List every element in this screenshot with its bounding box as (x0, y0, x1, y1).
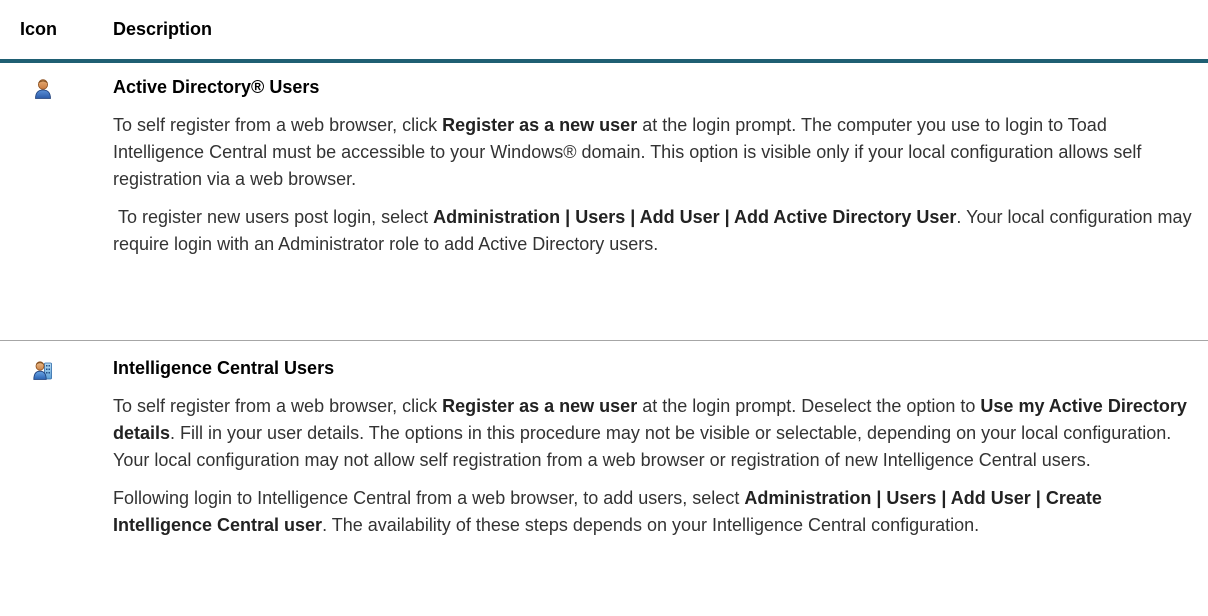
text-run: To self register from a web browser, cli… (113, 396, 443, 416)
text-run: To self register from a web browser, cli… (113, 115, 443, 135)
bold-run: Register as a new user (442, 115, 638, 135)
bold-run: Register as a new user (442, 396, 638, 416)
description-paragraph: To self register from a web browser, cli… (113, 112, 1197, 193)
text-run: . Fill in your user details. The options… (113, 423, 1172, 470)
ic-user-icon (33, 361, 52, 380)
text-run: To register new users post login, select (113, 207, 434, 227)
row-title: Intelligence Central Users (113, 358, 335, 378)
icon-cell (0, 341, 113, 612)
description-paragraph: To self register from a web browser, cli… (113, 393, 1197, 474)
column-header-icon: Icon (20, 19, 58, 39)
description-cell: Active Directory® Users To self register… (113, 63, 1197, 340)
column-header-description: Description (113, 19, 213, 39)
row-title: Active Directory® Users (113, 77, 320, 97)
table-row: Intelligence Central Users To self regis… (0, 341, 1208, 612)
icon-description-table: Icon Description Active Directory® Users… (0, 0, 1208, 612)
description-paragraph: Following login to Intelligence Central … (113, 485, 1197, 539)
text-run: at the login prompt. Deselect the option… (637, 396, 981, 416)
text-run: Following login to Intelligence Central … (113, 488, 745, 508)
table-header: Icon Description (0, 0, 1208, 63)
text-run: . The availability of these steps depend… (322, 515, 980, 535)
icon-cell (0, 63, 113, 340)
ad-user-icon (35, 79, 51, 99)
table-row: Active Directory® Users To self register… (0, 63, 1208, 341)
bold-run: Administration | Users | Add User | Add … (433, 207, 957, 227)
description-cell: Intelligence Central Users To self regis… (113, 341, 1197, 612)
description-paragraph: To register new users post login, select… (113, 204, 1197, 258)
